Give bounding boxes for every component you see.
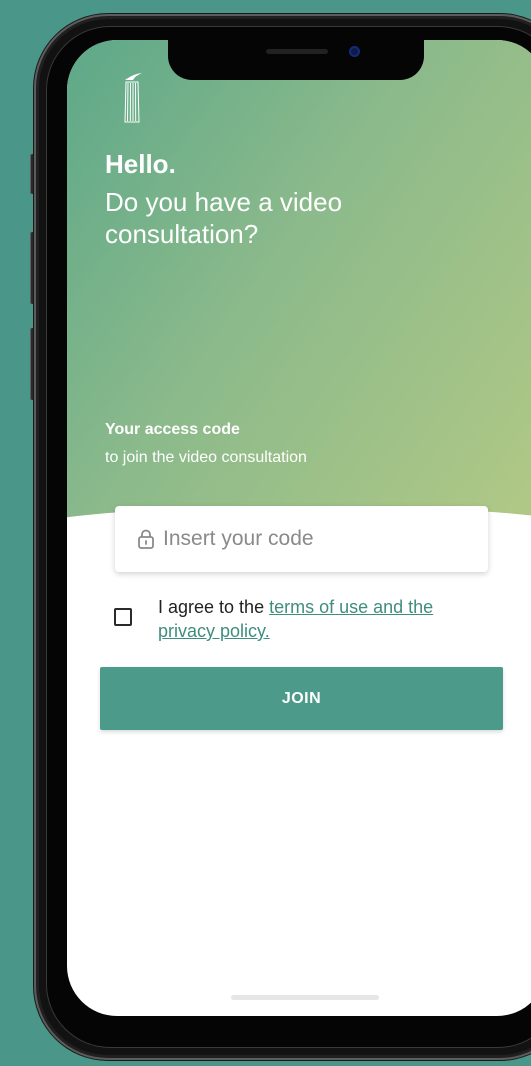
- app-screen: Hello. Do you have a video consultation?…: [67, 40, 531, 1016]
- consultation-question: Do you have a video consultation?: [105, 187, 343, 249]
- lock-icon: [138, 529, 154, 549]
- terms-checkbox[interactable]: [114, 608, 132, 626]
- access-code-title: Your access code: [105, 421, 240, 438]
- brand-logo-icon: [124, 73, 142, 123]
- terms-agreement-text: I agree to the terms of use and the priv…: [158, 595, 488, 643]
- home-indicator: [231, 995, 379, 1000]
- access-code-subtitle: to join the video consultation: [105, 449, 307, 466]
- join-button[interactable]: JOIN: [100, 667, 503, 730]
- device-notch: [168, 40, 424, 80]
- access-code-input[interactable]: [163, 506, 473, 572]
- front-camera: [349, 46, 360, 57]
- access-code-field[interactable]: [115, 506, 488, 572]
- device-stage: Hello. Do you have a video consultation?…: [0, 0, 531, 1066]
- speaker-grille: [266, 49, 328, 54]
- terms-prefix: I agree to the: [158, 597, 270, 617]
- greeting-heading: Hello.: [105, 149, 176, 179]
